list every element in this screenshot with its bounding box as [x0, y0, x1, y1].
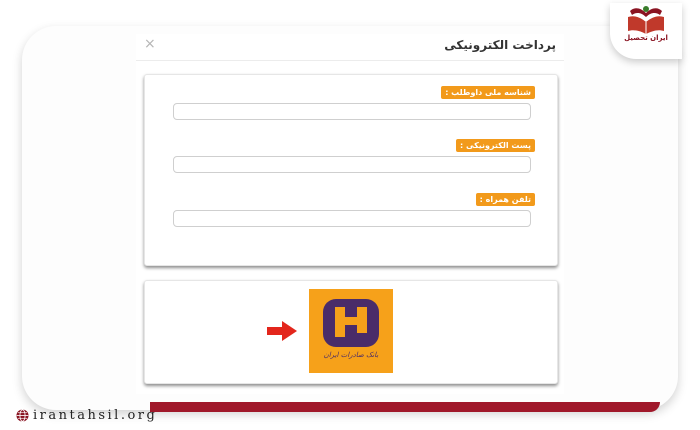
arrow-right-icon — [267, 321, 297, 341]
modal-header: × پرداخت الکترونیکی — [136, 34, 564, 61]
bank-gateway-panel: بانک صادرات ایران — [144, 280, 558, 384]
modal-title: پرداخت الکترونیکی — [444, 38, 556, 52]
email-label: پست الکترونیکی : — [455, 139, 535, 152]
bank-saderat-logo-button[interactable]: بانک صادرات ایران — [309, 289, 393, 373]
website-footer: irantahsil.org — [16, 405, 157, 425]
bank-saderat-icon — [323, 299, 379, 347]
national-id-input[interactable] — [173, 103, 531, 120]
close-icon[interactable]: × — [144, 36, 156, 52]
bank-name: بانک صادرات ایران — [323, 351, 379, 359]
mobile-label: تلفن همراه : — [475, 193, 535, 206]
national-id-label: شناسه ملی داوطلب : — [441, 86, 535, 99]
brand-logo: ایران تحصیل — [610, 3, 682, 59]
payment-form: شناسه ملی داوطلب : پست الکترونیکی : تلفن… — [144, 74, 558, 266]
email-input[interactable] — [173, 156, 531, 173]
brand-name: ایران تحصیل — [624, 34, 668, 42]
payment-modal: × پرداخت الکترونیکی شناسه ملی داوطلب : پ… — [136, 34, 564, 394]
mobile-input[interactable] — [173, 210, 531, 227]
accent-bar — [150, 402, 660, 412]
book-logo-icon — [628, 6, 664, 34]
website-url: irantahsil.org — [33, 407, 158, 423]
globe-icon — [16, 408, 29, 422]
